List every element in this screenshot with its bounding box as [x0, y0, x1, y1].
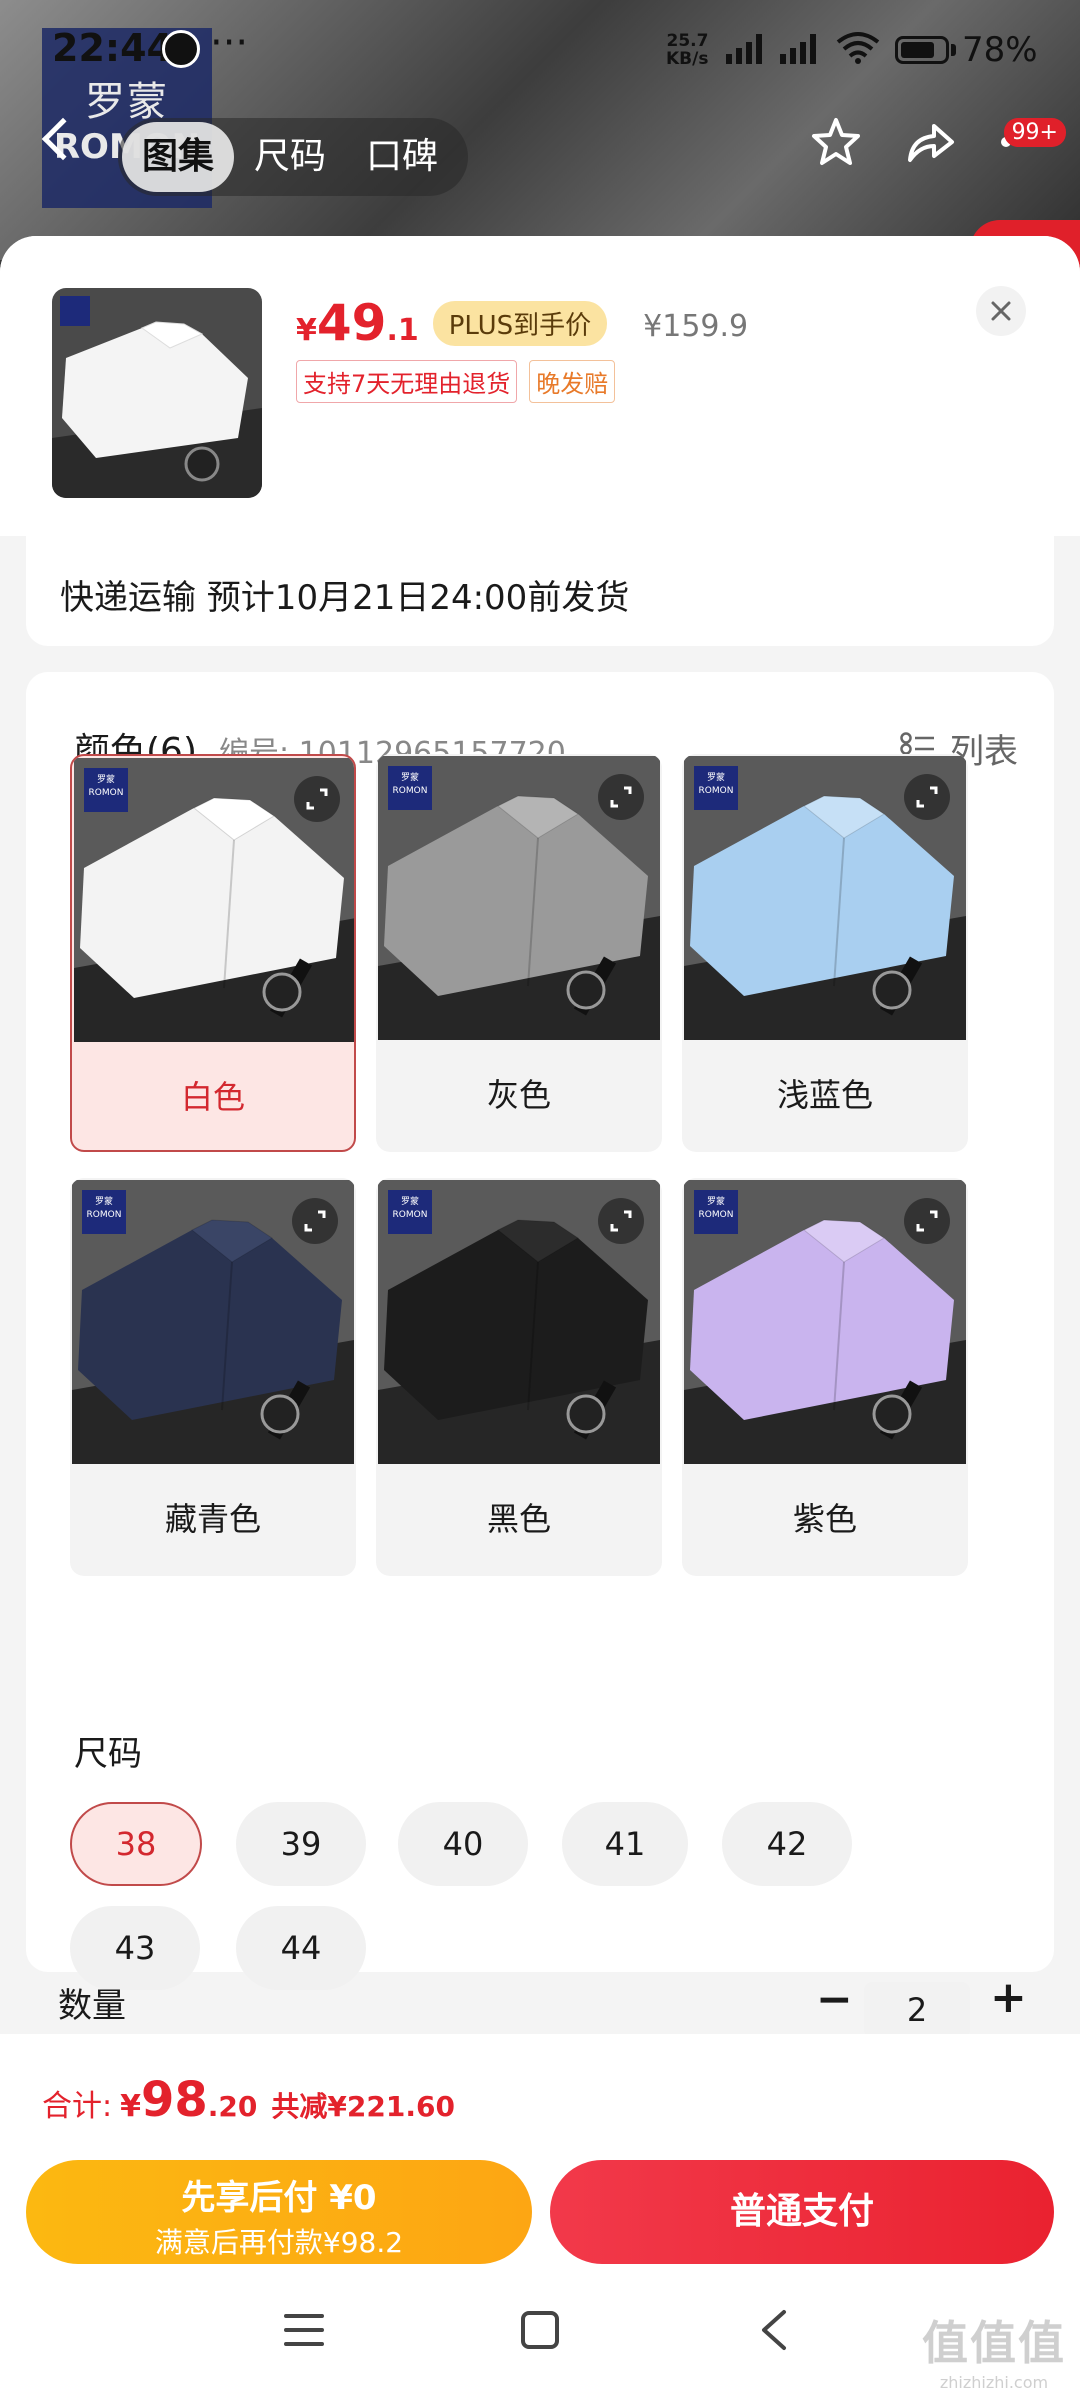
shipping-estimate: 快递运输 预计10月21日24:00前发货: [60, 578, 630, 618]
sheet-header: ¥ 49 .1 PLUS到手价 ¥159.9 支持7天无理由退货 晚发赔: [0, 236, 1080, 536]
brand-logo-mini: 罗蒙 ROMON: [388, 766, 432, 810]
brand-logo-mini: 罗蒙 ROMON: [694, 1190, 738, 1234]
return-policy-tag: 支持7天无理由退货: [296, 360, 518, 403]
spec-card: 颜色(6) 编号: 10112965157720 列表 罗蒙ROMON白色罗蒙R…: [26, 672, 1054, 1990]
quantity-title: 数量: [58, 1986, 126, 2026]
size-title: 尺码: [74, 1734, 142, 1774]
brand-logo-mini: 罗蒙 ROMON: [82, 1190, 126, 1234]
color-option-image: 罗蒙 ROMON: [684, 756, 966, 1040]
color-option-label: 浅蓝色: [776, 1076, 873, 1114]
menu-icon[interactable]: [284, 2312, 324, 2348]
home-icon[interactable]: [520, 2310, 560, 2350]
size-option-42[interactable]: 42: [722, 1802, 852, 1886]
bottom-action-bar: 合计: ¥ 98 .20 共减¥221.60 先享后付 ¥0 满意后再付款¥98…: [0, 2034, 1080, 2400]
color-option-image: 罗蒙 ROMON: [74, 758, 354, 1042]
color-option-image: 罗蒙 ROMON: [72, 1180, 354, 1464]
cart-count-badge: 99+: [1003, 118, 1066, 147]
favorite-star-icon[interactable]: [810, 116, 862, 168]
shipping-card: 快递运输 预计10月21日24:00前发货: [26, 530, 1054, 646]
color-option-label: 藏青色: [164, 1500, 261, 1538]
tab-gallery[interactable]: 图集: [122, 122, 235, 192]
site-watermark: 值值值 zhizhizhi.com: [922, 2307, 1066, 2392]
size-option-44[interactable]: 44: [236, 1906, 366, 1990]
expand-icon[interactable]: [904, 1198, 950, 1244]
color-option[interactable]: 罗蒙 ROMON 黑色: [376, 1178, 662, 1576]
expand-icon[interactable]: [598, 1198, 644, 1244]
close-icon: [991, 301, 1011, 321]
quantity-input[interactable]: 2: [864, 1982, 970, 2038]
network-speed-value: 25.7: [666, 31, 709, 51]
total-symbol: ¥: [120, 2089, 141, 2124]
back-nav-icon[interactable]: [758, 2308, 788, 2352]
tiktok-notification-icon: [162, 30, 200, 68]
share-icon[interactable]: [904, 116, 956, 168]
color-option-image: 罗蒙 ROMON: [378, 1180, 660, 1464]
brand-logo-mini: 罗蒙 ROMON: [694, 766, 738, 810]
total-integer: 98: [140, 2072, 208, 2128]
price-symbol: ¥: [296, 313, 317, 348]
pay-later-button[interactable]: 先享后付 ¥0 满意后再付款¥98.2: [26, 2160, 532, 2264]
expand-icon[interactable]: [292, 1198, 338, 1244]
network-speed-unit: KB/s: [666, 49, 709, 69]
system-navigation-bar: [0, 2290, 1080, 2390]
status-time: 22:44: [52, 26, 173, 70]
color-option[interactable]: 罗蒙 ROMON 灰色: [376, 754, 662, 1152]
size-option-40[interactable]: 40: [398, 1802, 528, 1886]
price-decimal: .1: [386, 313, 419, 348]
color-option-image: 罗蒙 ROMON: [378, 756, 660, 1040]
color-option[interactable]: 罗蒙 ROMON 藏青色: [70, 1178, 356, 1576]
service-tags: 支持7天无理由退货 晚发赔: [296, 360, 616, 403]
color-option[interactable]: 罗蒙 ROMON 白色: [70, 754, 356, 1152]
expand-icon[interactable]: [294, 776, 340, 822]
total-decimal: .20: [207, 2090, 258, 2123]
normal-pay-button[interactable]: 普通支付: [550, 2160, 1054, 2264]
close-button[interactable]: [976, 286, 1026, 336]
quantity-increase-button[interactable]: +: [990, 1972, 1027, 2023]
size-option-38[interactable]: 38: [70, 1802, 202, 1886]
color-option[interactable]: 罗蒙 ROMON 浅蓝色: [682, 754, 968, 1152]
battery-percent: 78%: [962, 30, 1038, 70]
wifi-icon: [836, 32, 880, 64]
tab-size[interactable]: 尺码: [234, 122, 346, 192]
tab-reviews[interactable]: 口碑: [346, 122, 458, 192]
watermark-logo: 值值值: [922, 2316, 1066, 2370]
color-option-label: 白色: [180, 1078, 245, 1116]
expand-icon[interactable]: [598, 774, 644, 820]
product-thumbnail[interactable]: [52, 288, 262, 498]
top-tab-bar: 图集 尺码 口碑: [118, 118, 468, 196]
expand-icon[interactable]: [904, 774, 950, 820]
plus-price-badge: PLUS到手价: [432, 301, 608, 346]
color-option-label: 黑色: [486, 1500, 551, 1538]
watermark-url: zhizhizhi.com: [939, 2373, 1049, 2392]
order-total: 合计: ¥ 98 .20 共减¥221.60: [42, 2072, 455, 2128]
quantity-decrease-button[interactable]: −: [816, 1974, 853, 2025]
pay-later-title: 先享后付 ¥0: [181, 2178, 377, 2218]
total-savings: 共减¥221.60: [271, 2090, 455, 2123]
color-option-label: 灰色: [486, 1076, 551, 1114]
pay-later-subtitle: 满意后再付款¥98.2: [154, 2226, 404, 2259]
color-option-label: 紫色: [792, 1500, 857, 1538]
battery-tip: [951, 44, 956, 56]
original-price: ¥159.9: [643, 309, 749, 344]
price-row: ¥ 49 .1 PLUS到手价 ¥159.9: [296, 294, 748, 352]
signal-icon-1: [726, 34, 762, 64]
size-option-39[interactable]: 39: [236, 1802, 366, 1886]
status-bar: 22:44 ··· 25.7 KB/s 78%: [0, 0, 1080, 96]
price-integer: 49: [316, 294, 387, 352]
color-option-image: 罗蒙 ROMON: [684, 1180, 966, 1464]
battery-icon: [895, 36, 949, 64]
color-option[interactable]: 罗蒙 ROMON 紫色: [682, 1178, 968, 1576]
size-option-41[interactable]: 41: [562, 1802, 688, 1886]
network-speed: 25.7 KB/s: [666, 32, 708, 68]
brand-logo-mini: 罗蒙 ROMON: [84, 768, 128, 812]
total-label: 合计:: [42, 2089, 113, 2124]
status-more-dots: ···: [210, 20, 249, 66]
late-delivery-tag: 晚发赔: [529, 360, 616, 403]
signal-icon-2: [780, 34, 816, 64]
brand-logo-mini: 罗蒙 ROMON: [388, 1190, 432, 1234]
